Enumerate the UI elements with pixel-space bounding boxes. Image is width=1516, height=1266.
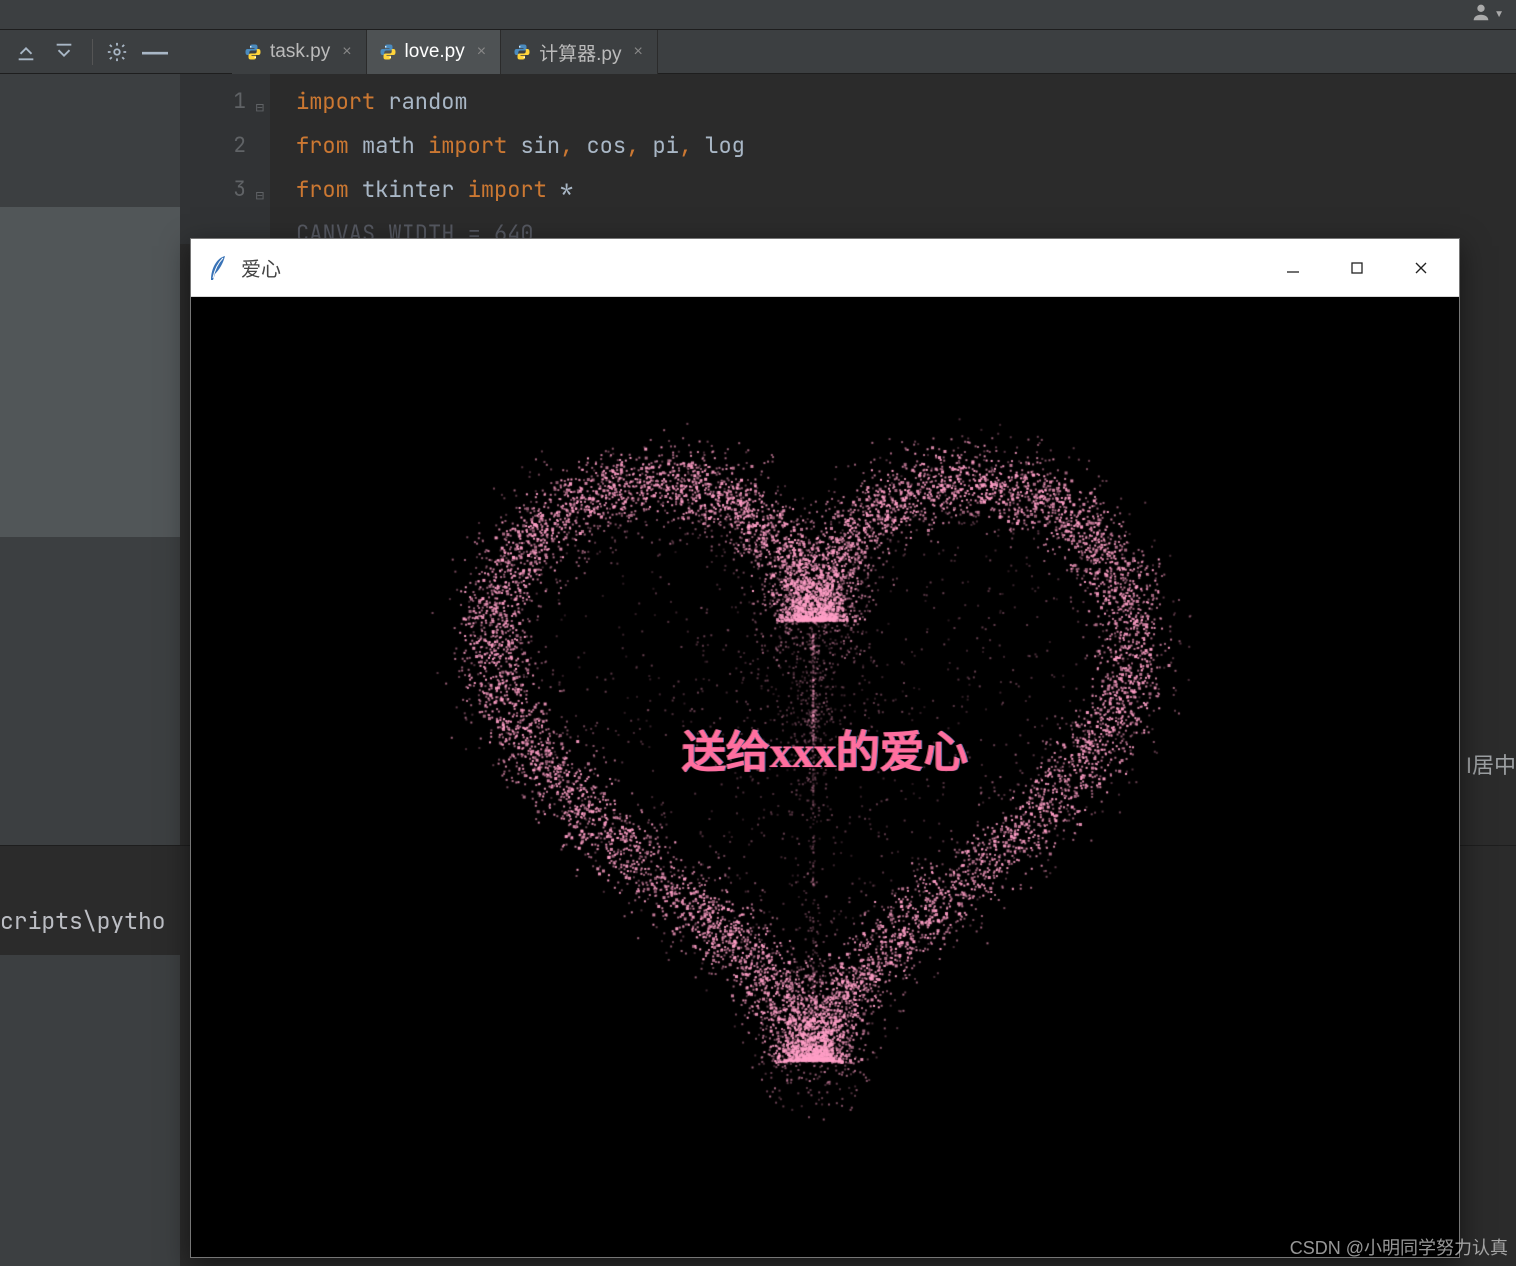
editor-tabs: task.py × love.py × 计算器.py × [232, 30, 658, 74]
line-number: 3 [180, 168, 246, 212]
ide-toolbar: — [0, 30, 1516, 74]
line-number: 2 [180, 124, 246, 168]
user-dropdown-icon[interactable] [1470, 1, 1492, 28]
close-button[interactable] [1389, 245, 1453, 291]
csdn-watermark: CSDN @小明同学努力认真 [1290, 1234, 1508, 1260]
tab-task-py[interactable]: task.py × [232, 30, 367, 74]
tk-titlebar[interactable]: 爱心 [191, 239, 1459, 297]
chevron-down-icon[interactable]: ▼ [1494, 9, 1504, 20]
heart-center-text: 送给xxx的爱心 [682, 716, 968, 780]
close-icon[interactable]: × [342, 43, 351, 61]
project-tool-window[interactable] [0, 74, 180, 1266]
ide-menubar: ▼ [0, 0, 1516, 30]
expand-all-icon[interactable] [50, 38, 78, 66]
partial-editor-text: I居中 [1466, 748, 1516, 780]
tab-love-py[interactable]: love.py × [367, 30, 502, 74]
code-content[interactable]: import randomfrom math import sin, cos, … [270, 74, 1516, 244]
python-file-icon [513, 43, 531, 61]
close-icon[interactable]: × [477, 43, 486, 61]
close-icon[interactable]: × [633, 43, 642, 61]
tk-canvas: 送给xxx的爱心 [191, 297, 1459, 1257]
tk-window-title: 爱心 [241, 253, 281, 282]
python-file-icon [244, 43, 262, 61]
fold-toggle-icon[interactable]: ⊟ [252, 174, 264, 186]
toolbar-separator [92, 39, 93, 65]
python-file-icon [379, 43, 397, 61]
tab-label: love.py [405, 41, 465, 63]
collapse-all-icon[interactable] [12, 38, 40, 66]
editor-gutter: 1 2 3 ⊟ ⊟ [180, 74, 270, 244]
terminal-path-fragment: cripts\pytho [0, 906, 166, 936]
project-selection-highlight [0, 207, 180, 537]
maximize-button[interactable] [1325, 245, 1389, 291]
tab-calculator-py[interactable]: 计算器.py × [501, 30, 658, 74]
code-editor[interactable]: 1 2 3 ⊟ ⊟ import randomfrom math import … [180, 74, 1516, 244]
hide-minus-icon[interactable]: — [141, 38, 169, 66]
tkinter-window[interactable]: 爱心 送给xxx的爱心 [190, 238, 1460, 1258]
tab-label: 计算器.py [539, 39, 621, 66]
settings-gear-icon[interactable] [103, 38, 131, 66]
tab-label: task.py [270, 41, 330, 63]
minimize-button[interactable] [1261, 245, 1325, 291]
line-number: 1 [180, 80, 246, 124]
fold-toggle-icon[interactable]: ⊟ [252, 86, 264, 98]
fold-column: ⊟ ⊟ [252, 74, 266, 244]
tk-feather-icon [205, 254, 229, 282]
